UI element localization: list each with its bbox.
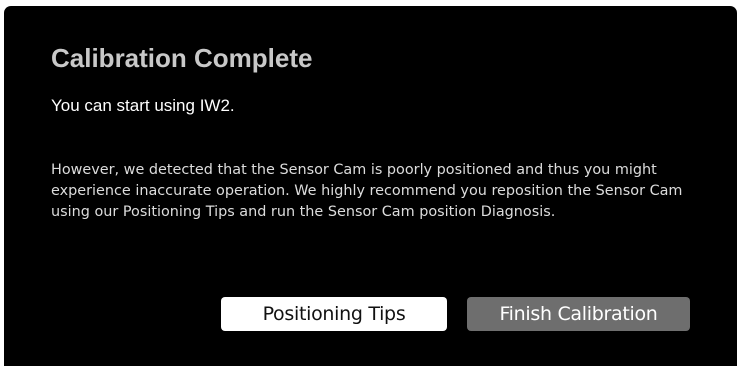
finish-calibration-button[interactable]: Finish Calibration (467, 297, 690, 331)
positioning-tips-button[interactable]: Positioning Tips (221, 297, 447, 331)
positioning-warning-text: However, we detected that the Sensor Cam… (51, 162, 683, 220)
dialog-title: Calibration Complete (51, 43, 313, 73)
calibration-complete-dialog: Calibration Complete You can start using… (4, 6, 737, 366)
dialog-subtitle: You can start using IW2. (51, 96, 235, 115)
